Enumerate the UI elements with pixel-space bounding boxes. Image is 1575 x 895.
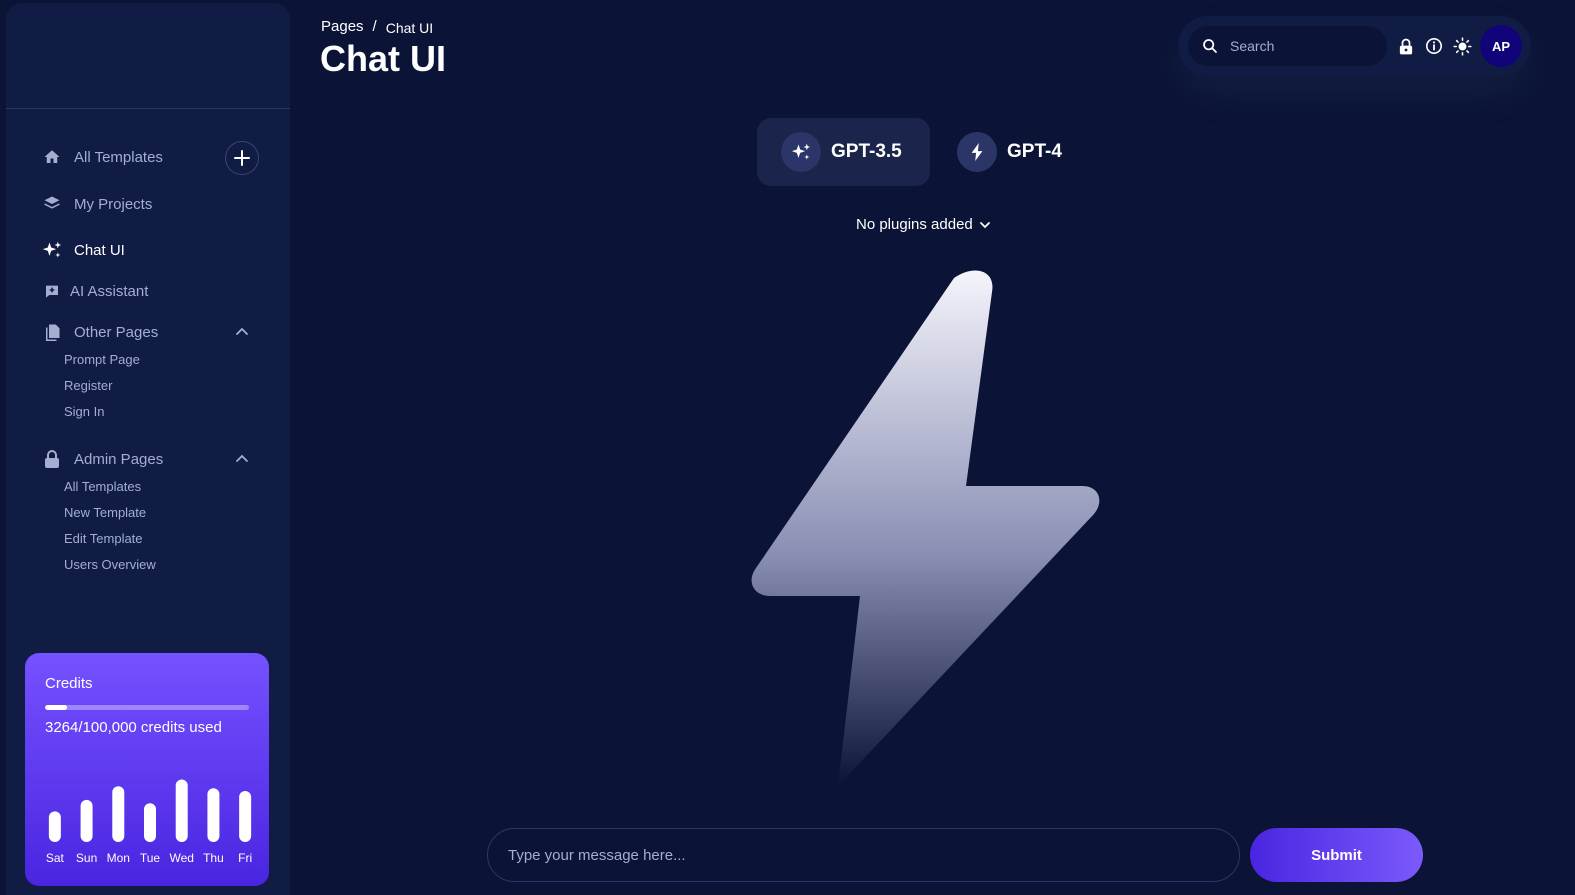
credits-bar-sun: [80, 799, 93, 842]
sidebar-item-label: Admin Pages: [74, 450, 164, 468]
credits-bar-tue: [144, 803, 156, 842]
sidebar-subitem-register[interactable]: Register: [64, 378, 112, 393]
credits-bar-sat: [48, 811, 61, 842]
add-template-button[interactable]: [225, 141, 259, 175]
credits-usage-chart: Sat Sun Mon Tue Wed Thu Fri: [39, 774, 261, 865]
model-label: GPT-3.5: [831, 141, 902, 162]
theme-toggle-sun-icon[interactable]: [1452, 36, 1472, 56]
credits-bar-label-sat: Sat: [46, 851, 65, 865]
sidebar-subitem-edit-template[interactable]: Edit Template: [64, 531, 143, 546]
search-input[interactable]: [1230, 38, 1380, 54]
credits-used-text: 3264/100,000 credits used: [45, 719, 222, 736]
sidebar-item-label: My Projects: [74, 195, 153, 213]
credits-bar-label-thu: Thu: [203, 851, 224, 865]
home-icon: [42, 147, 62, 167]
sidebar-item-other-pages[interactable]: Other Pages: [42, 322, 158, 342]
layers-icon: [42, 194, 62, 214]
sidebar-subitem-users-overview[interactable]: Users Overview: [64, 557, 156, 572]
message-input[interactable]: [487, 828, 1240, 882]
sidebar-item-label: All Templates: [74, 148, 163, 166]
lock-icon[interactable]: [1396, 36, 1416, 56]
documents-icon: [42, 322, 62, 342]
page-title: Chat UI: [320, 38, 446, 79]
credits-card: Credits 3264/100,000 credits used Sat Sun…: [25, 653, 269, 886]
chevron-up-icon[interactable]: [234, 451, 250, 467]
search-box: [1188, 26, 1387, 66]
top-bar: AP: [1178, 16, 1531, 76]
info-icon[interactable]: [1424, 36, 1444, 56]
sidebar-item-label: Other Pages: [74, 323, 159, 341]
sidebar-item-all-templates[interactable]: All Templates: [42, 147, 163, 167]
sidebar-item-label: Chat UI: [74, 241, 125, 259]
credits-bar-label-fri: Fri: [238, 851, 252, 865]
sparkles-icon: [42, 240, 62, 260]
chevron-up-icon[interactable]: [234, 324, 250, 340]
breadcrumb: Pages / Chat UI: [321, 18, 433, 36]
credits-bar-label-mon: Mon: [107, 851, 130, 865]
avatar[interactable]: AP: [1480, 25, 1522, 67]
chevron-down-icon: [979, 221, 990, 228]
sidebar-logo-area: [6, 3, 290, 109]
sidebar-subitem-prompt-page[interactable]: Prompt Page: [64, 352, 140, 367]
credits-bar-fri: [239, 791, 252, 842]
model-option-gpt-4[interactable]: GPT-4: [957, 118, 1097, 186]
sidebar-subitem-new-template[interactable]: New Template: [64, 505, 146, 520]
sidebar-subitem-sign-in[interactable]: Sign In: [64, 404, 104, 419]
credits-bar-label-wed: Wed: [169, 851, 193, 865]
assistant-icon: [42, 281, 62, 301]
sidebar-item-chat-ui[interactable]: Chat UI: [42, 240, 125, 260]
plugins-dropdown[interactable]: No plugins added: [856, 216, 991, 233]
credits-bar-label-tue: Tue: [140, 851, 161, 865]
credits-usage-chart-svg: Sat Sun Mon Tue Wed Thu Fri: [46, 779, 252, 865]
sidebar-item-label: AI Assistant: [70, 282, 149, 300]
sidebar-item-my-projects[interactable]: My Projects: [42, 194, 152, 214]
bolt-icon: [957, 132, 997, 172]
submit-button[interactable]: Submit: [1250, 828, 1423, 882]
plus-icon: [234, 150, 250, 166]
sidebar-subitem-all-templates[interactable]: All Templates: [64, 479, 141, 494]
model-label: GPT-4: [1007, 141, 1062, 162]
sidebar: All Templates My Projects Chat UI AI Ass…: [6, 3, 290, 895]
credits-progress-bar: [45, 705, 249, 710]
lightning-bolt-illustration: [751, 270, 1100, 786]
credits-bar-mon: [112, 786, 125, 842]
credits-bar-wed: [175, 779, 188, 842]
breadcrumb-root[interactable]: Pages: [321, 18, 364, 36]
credits-bar-label-sun: Sun: [76, 851, 97, 865]
sidebar-item-ai-assistant[interactable]: AI Assistant: [42, 281, 148, 301]
credits-progress-fill: [45, 705, 68, 710]
search-icon: [1203, 39, 1217, 53]
credits-title: Credits: [45, 675, 93, 692]
lock-icon: [42, 449, 62, 469]
breadcrumb-current: Chat UI: [385, 20, 434, 36]
sidebar-item-admin-pages[interactable]: Admin Pages: [42, 449, 163, 469]
model-option-gpt-3-5[interactable]: GPT-3.5: [757, 118, 930, 186]
plugins-label: No plugins added: [856, 216, 973, 233]
credits-bar-thu: [207, 788, 220, 842]
sparkles-icon: [781, 132, 821, 172]
breadcrumb-separator: /: [372, 18, 377, 35]
